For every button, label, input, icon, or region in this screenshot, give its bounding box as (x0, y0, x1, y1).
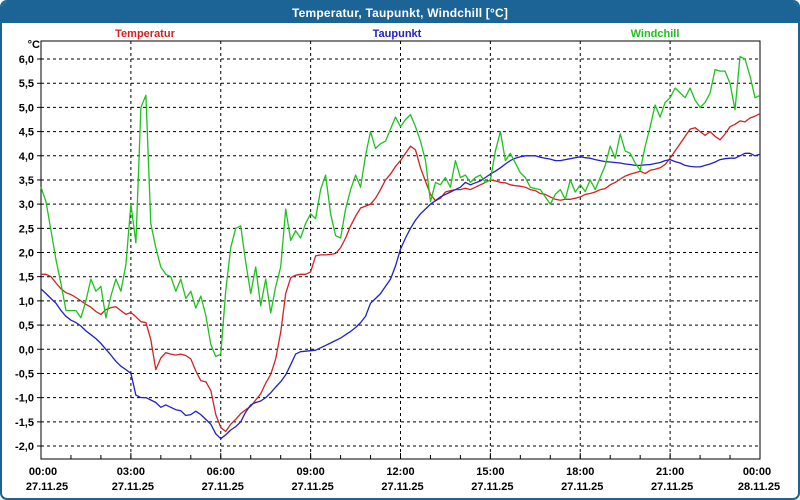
y-tick-label: 4,5 (19, 127, 34, 139)
x-tick-date-label: 27.11.25 (112, 481, 154, 493)
y-tick-label: 3,5 (19, 175, 34, 187)
y-tick-label: 1,0 (19, 296, 34, 308)
y-tick-label: 2,5 (19, 223, 34, 235)
x-tick-time-label: 12:00 (386, 466, 414, 478)
x-tick-date-label: 27.11.25 (202, 481, 244, 493)
x-tick-time-label: 06:00 (207, 466, 235, 478)
x-tick-time-label: 00:00 (743, 466, 771, 478)
x-tick-date-label: 27.11.25 (381, 481, 423, 493)
y-tick-label: 5,0 (19, 102, 34, 114)
y-tick-label: 6,0 (19, 54, 34, 66)
y-tick-label: -1,0 (15, 393, 34, 405)
x-tick-date-label: 27.11.25 (651, 481, 693, 493)
y-tick-label: 0,0 (19, 344, 34, 356)
x-tick-date-label: 27.11.25 (561, 481, 603, 493)
x-tick-date-label: 27.11.25 (471, 481, 513, 493)
y-tick-label: 3,0 (19, 199, 34, 211)
y-tick-label: -2,0 (15, 441, 34, 453)
x-tick-date-label: 27.11.25 (26, 481, 68, 493)
y-tick-label: -1,5 (15, 417, 34, 429)
x-tick-time-label: 09:00 (297, 466, 325, 478)
y-tick-label: 0,5 (19, 320, 34, 332)
x-tick-time-label: 03:00 (117, 466, 145, 478)
x-tick-time-label: 21:00 (656, 466, 684, 478)
chart: 6,0 5,5 5,0 4,5 4,0 3,5 3,0 2,5 2,0 1,5 1,0 0,5 0,0 -… (15, 40, 780, 493)
x-tick-time-label: 15:00 (476, 466, 504, 478)
x-tick-time-label: 00:00 (29, 466, 57, 478)
x-tick-date-label: 27.11.25 (292, 481, 334, 493)
y-tick-label: 1,5 (19, 272, 34, 284)
x-tick-time-label: 18:00 (566, 466, 594, 478)
x-tick-date-label: 28.11.25 (738, 481, 780, 493)
chart-panel: Temperatur, Taupunkt, Windchill [°C] Tem… (0, 0, 800, 500)
y-tick-label: 4,0 (19, 151, 34, 163)
y-tick-label: 2,0 (19, 248, 34, 260)
y-tick-label: -0,5 (15, 368, 34, 380)
y-tick-label: 5,5 (19, 78, 34, 90)
